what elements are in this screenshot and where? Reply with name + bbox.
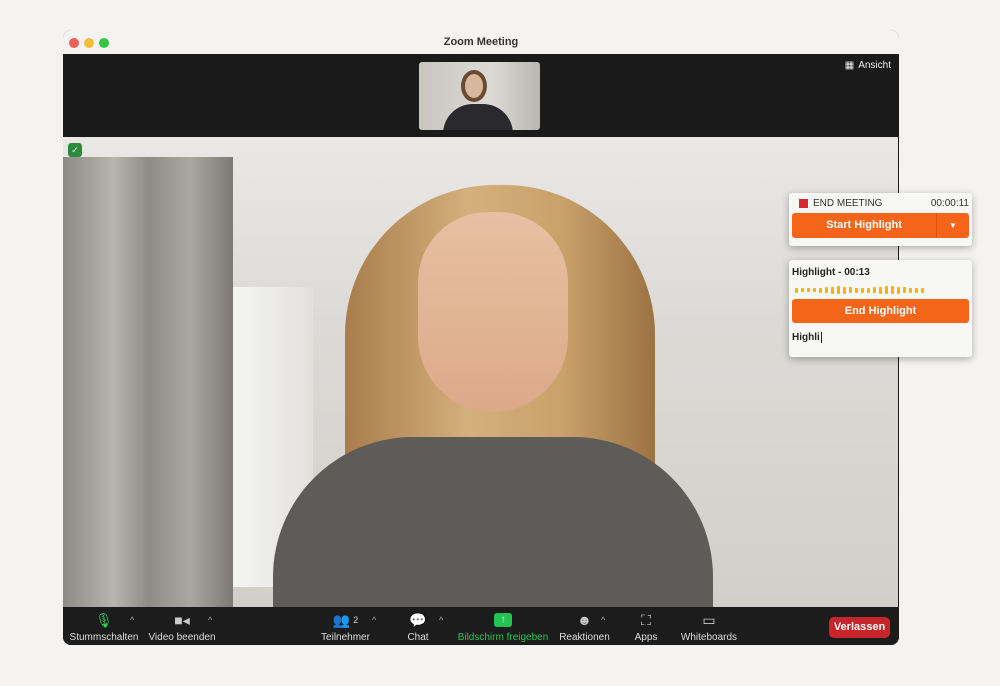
- title-bar: Zoom Meeting: [63, 30, 899, 54]
- chevron-down-icon: ▼: [949, 221, 957, 230]
- waveform-bar: [915, 287, 918, 293]
- highlight-title: Highlight - 00:13: [792, 267, 870, 278]
- apps-button[interactable]: ⛶ Apps: [626, 611, 666, 644]
- chat-button[interactable]: 💬 Chat: [398, 611, 438, 644]
- highlight-name-input[interactable]: Highli: [792, 332, 969, 343]
- minimize-window-button[interactable]: [84, 38, 94, 48]
- video-options-caret[interactable]: ^: [208, 615, 212, 625]
- waveform-bar: [807, 288, 810, 292]
- audio-waveform: [795, 285, 968, 295]
- microphone-icon: 🎙: [95, 611, 113, 628]
- zoom-window: Zoom Meeting ▦ Ansicht ✓ 🎙 Stummschalten ^…: [63, 30, 899, 645]
- waveform-bar: [795, 287, 798, 293]
- waveform-bar: [885, 286, 888, 294]
- participants-options-caret[interactable]: ^: [372, 615, 376, 625]
- participants-button[interactable]: 👥 2 Teilnehmer: [318, 611, 373, 644]
- waveform-bar: [801, 288, 804, 292]
- waveform-bar: [849, 287, 852, 293]
- window-title: Zoom Meeting: [443, 36, 519, 48]
- whiteboards-button[interactable]: ▭ Whiteboards: [678, 611, 740, 644]
- main-video: ✓: [63, 137, 898, 607]
- waveform-bar: [879, 286, 882, 294]
- waveform-bar: [891, 286, 894, 294]
- close-window-button[interactable]: [69, 38, 79, 48]
- waveform-bar: [867, 287, 870, 293]
- apps-icon: ⛶: [641, 611, 651, 628]
- share-screen-button[interactable]: ↑ Bildschirm freigeben: [456, 611, 550, 643]
- stop-square-icon: [799, 199, 808, 208]
- waveform-bar: [837, 286, 840, 294]
- share-arrow-icon: ↑: [494, 613, 512, 627]
- meeting-timer: 00:00:11: [930, 198, 969, 209]
- meeting-toolbar: 🎙 Stummschalten ^ ■◂ Video beenden ^ 👥 2 Tei…: [63, 607, 899, 645]
- waveform-bar: [861, 287, 864, 293]
- video-camera-icon: ■◂: [174, 611, 190, 628]
- grid-icon: ▦: [844, 60, 855, 71]
- mute-button[interactable]: 🎙 Stummschalten: [69, 611, 139, 644]
- waveform-bar: [819, 287, 822, 293]
- chat-bubble-icon: 💬: [409, 611, 427, 628]
- zoom-window-button[interactable]: [99, 38, 109, 48]
- audio-options-caret[interactable]: ^: [130, 615, 134, 625]
- thumbnail-strip: ▦ Ansicht: [63, 54, 899, 137]
- participants-icon: 👥: [332, 611, 351, 628]
- waveform-bar: [921, 287, 924, 293]
- chat-options-caret[interactable]: ^: [439, 615, 443, 625]
- waveform-bar: [903, 287, 906, 293]
- waveform-bar: [831, 286, 834, 294]
- waveform-bar: [909, 287, 912, 293]
- waveform-bar: [813, 288, 816, 292]
- encryption-shield-icon[interactable]: ✓: [68, 143, 82, 157]
- highlight-panel: Highlight - 00:13 End Highlight Highli: [789, 260, 972, 357]
- waveform-bar: [873, 287, 876, 293]
- waveform-bar: [897, 286, 900, 294]
- waveform-bar: [825, 287, 828, 293]
- leave-button[interactable]: Verlassen: [829, 617, 890, 638]
- end-meeting-label[interactable]: END MEETING: [813, 198, 882, 209]
- waveform-bar: [855, 287, 858, 293]
- highlight-options-dropdown[interactable]: ▼: [936, 213, 969, 238]
- stop-video-button[interactable]: ■◂ Video beenden: [147, 611, 217, 644]
- whiteboard-icon: ▭: [702, 611, 716, 628]
- waveform-bar: [843, 286, 846, 294]
- meeting-control-panel: END MEETING 00:00:11 Start Highlight ▼: [789, 193, 972, 246]
- participant-thumbnail[interactable]: [419, 62, 540, 130]
- start-highlight-button[interactable]: Start Highlight: [792, 213, 936, 238]
- end-highlight-button[interactable]: End Highlight: [792, 299, 969, 323]
- view-button[interactable]: ▦ Ansicht: [845, 60, 891, 71]
- reactions-options-caret[interactable]: ^: [601, 615, 605, 625]
